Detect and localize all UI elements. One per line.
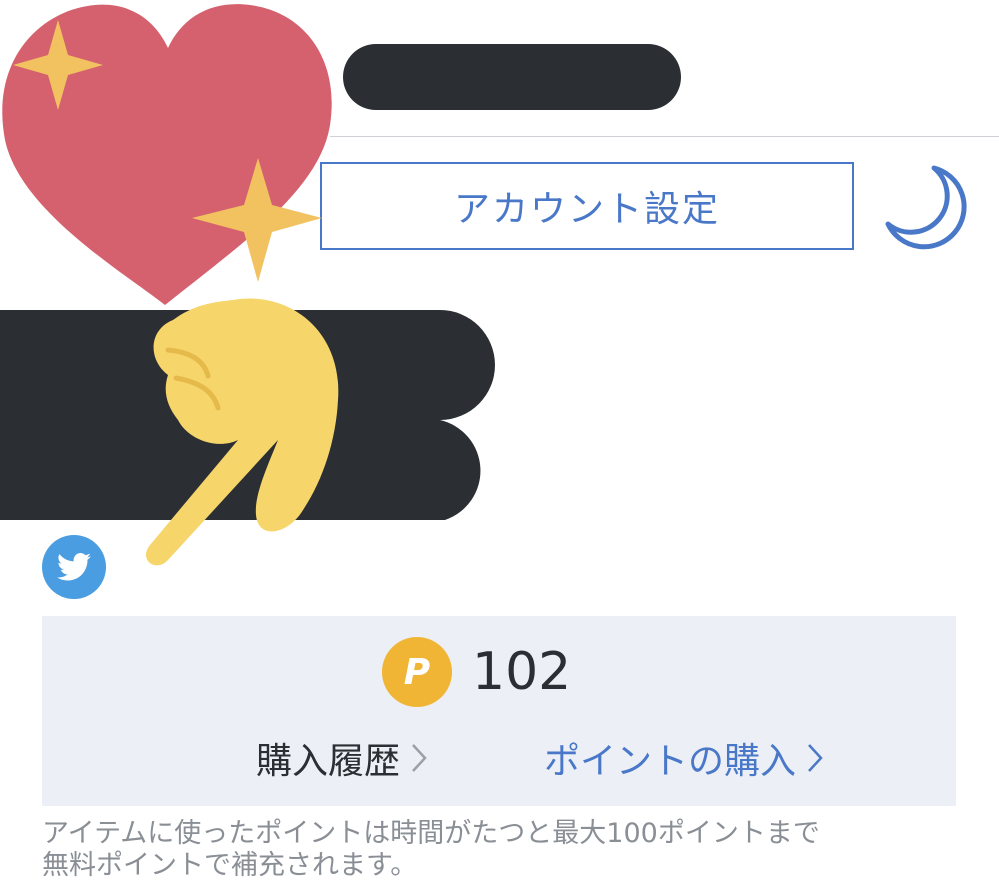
points-balance: 102 <box>472 642 572 702</box>
notice-line-1: アイテムに使ったポイントは時間がたつと最大100ポイントまで <box>42 818 820 849</box>
moon-icon[interactable] <box>882 162 972 252</box>
points-notice: アイテムに使ったポイントは時間がたつと最大100ポイントまで 無料ポイントで補充… <box>42 818 982 882</box>
buy-points-link[interactable]: ポイントの購入 <box>544 732 824 784</box>
point-coin-icon: P <box>382 637 452 707</box>
twitter-bird-icon <box>57 553 91 581</box>
header-divider <box>330 136 999 137</box>
pointing-down-hand-icon <box>146 298 339 566</box>
purchase-history-label: 購入履歴 <box>256 741 401 782</box>
chevron-right-icon <box>808 744 823 772</box>
twitter-icon[interactable] <box>42 535 106 599</box>
purchase-history-link[interactable]: 購入履歴 <box>256 732 428 784</box>
redacted-username <box>343 44 681 110</box>
chevron-right-icon <box>412 744 427 772</box>
sparkling-heart-icon <box>2 4 332 306</box>
account-settings-button[interactable]: アカウント設定 <box>320 162 854 250</box>
notice-line-2: 無料ポイントで補充されます。 <box>42 850 418 881</box>
buy-points-label: ポイントの購入 <box>544 741 797 782</box>
